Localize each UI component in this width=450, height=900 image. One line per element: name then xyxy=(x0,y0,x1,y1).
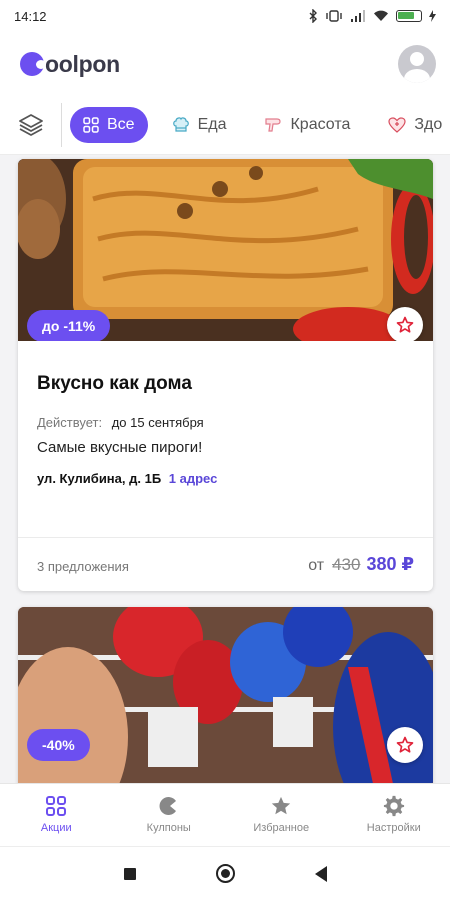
app-header: oolpon xyxy=(0,38,450,90)
deal-description: Самые вкусные пироги! xyxy=(37,439,203,456)
price-new: 380 ₽ xyxy=(366,554,414,574)
wifi-icon xyxy=(373,10,389,22)
charging-icon xyxy=(429,10,436,22)
nav-label: Избранное xyxy=(253,822,310,834)
deal-validity: Действует: до 15 сентября xyxy=(37,415,204,430)
validity-label: Действует: xyxy=(37,415,103,430)
price-from-label: от xyxy=(308,557,325,574)
card-divider xyxy=(18,537,433,538)
nav-item-favorites[interactable]: Избранное xyxy=(225,784,338,845)
nav-label: Настройки xyxy=(366,822,421,834)
deals-feed[interactable]: до -11% Вкусно как дома Действует: до 15… xyxy=(0,155,450,783)
hair-dryer-icon xyxy=(264,117,282,133)
recent-apps-icon[interactable] xyxy=(123,867,136,880)
discount-badge: -40% xyxy=(27,729,90,761)
category-chip-label: Еда xyxy=(197,116,227,133)
app-logo[interactable]: oolpon xyxy=(20,51,120,78)
category-chip-label: Здо xyxy=(414,116,443,133)
status-icons xyxy=(308,9,436,23)
logo-text: oolpon xyxy=(45,50,120,77)
nav-item-deals[interactable]: Акции xyxy=(0,784,113,845)
favorite-button[interactable] xyxy=(387,307,423,341)
deal-card[interactable]: до -11% Вкусно как дома Действует: до 15… xyxy=(18,159,433,591)
address-link[interactable]: 1 адрес xyxy=(169,471,218,486)
back-icon[interactable] xyxy=(314,865,327,882)
vibrate-icon xyxy=(325,10,343,22)
discount-badge: до -11% xyxy=(27,310,111,341)
category-bar: Все Еда Красота Здо xyxy=(0,103,450,147)
offers-count: 3 предложения xyxy=(37,559,129,574)
grid-icon xyxy=(46,796,67,816)
logo-c-icon xyxy=(20,52,46,76)
app-screen: 14:12 oolpon Все Еда Красота Здо до -11%… xyxy=(0,0,450,900)
category-chip-all[interactable]: Все xyxy=(70,107,148,143)
nav-item-settings[interactable]: Настройки xyxy=(338,784,450,845)
user-avatar-icon[interactable] xyxy=(398,45,436,83)
bottom-navigation: Акции Кулпоны Избранное Настройки xyxy=(0,783,450,845)
price-old: 430 xyxy=(332,555,361,574)
favorite-button[interactable] xyxy=(387,727,423,763)
signal-icon xyxy=(350,10,366,22)
star-outline-icon xyxy=(396,736,414,753)
deal-image[interactable]: -40% xyxy=(18,607,433,783)
nav-item-coupons[interactable]: Кулпоны xyxy=(113,784,226,845)
layers-button[interactable] xyxy=(0,103,62,147)
home-icon[interactable] xyxy=(215,864,235,883)
validity-value: до 15 сентября xyxy=(111,415,204,430)
category-chip-food[interactable]: Еда xyxy=(158,107,241,143)
deal-price: от 430 380 ₽ xyxy=(308,554,414,575)
deal-card[interactable]: -40% xyxy=(18,607,433,783)
heart-health-icon xyxy=(388,117,406,133)
deal-address: ул. Кулибина, д. 1Б 1 адрес xyxy=(37,471,217,486)
status-bar: 14:12 xyxy=(0,0,450,32)
star-outline-icon xyxy=(396,316,414,333)
battery-icon xyxy=(396,10,422,22)
address-text: ул. Кулибина, д. 1Б xyxy=(37,471,162,486)
star-icon xyxy=(272,796,291,815)
status-time: 14:12 xyxy=(14,8,47,24)
layers-icon xyxy=(18,114,43,136)
system-navigation-bar xyxy=(0,846,450,900)
coupon-pacman-icon xyxy=(159,797,176,815)
category-chip-beauty[interactable]: Красота xyxy=(250,107,364,143)
chef-hat-icon xyxy=(172,117,190,133)
deal-title: Вкусно как дома xyxy=(37,373,192,394)
grid-icon xyxy=(83,117,99,133)
deal-image[interactable]: до -11% xyxy=(18,159,433,341)
category-chip-health[interactable]: Здо xyxy=(374,107,450,143)
category-chip-label: Красота xyxy=(290,116,351,133)
category-chip-label: Все xyxy=(107,116,135,133)
gear-icon xyxy=(383,795,404,817)
nav-label: Кулпоны xyxy=(146,822,191,834)
nav-label: Акции xyxy=(40,822,72,834)
bluetooth-icon xyxy=(308,9,318,23)
